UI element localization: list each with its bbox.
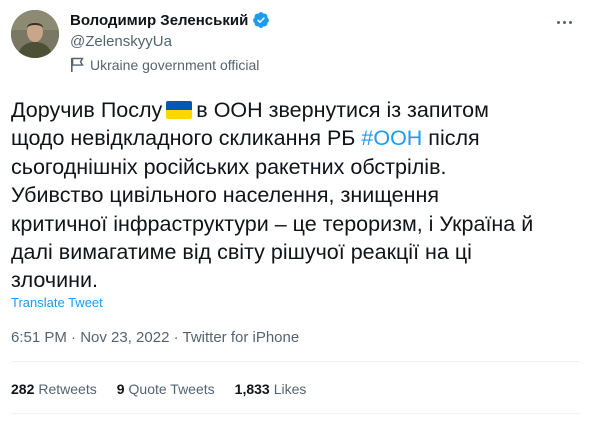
display-name[interactable]: Володимир Зеленський xyxy=(70,12,248,29)
quote-tweets-count: 9 xyxy=(116,381,125,397)
likes-stat[interactable]: 1,833 Likes xyxy=(235,381,307,397)
tweet-text-segment: після xyxy=(422,126,480,151)
retweets-label: Retweets xyxy=(38,381,97,397)
tweet-line: щодо невідкладного скликання РБ #ООН піс… xyxy=(11,124,581,152)
tweet-line: критичної інфраструктури – це тероризм, … xyxy=(11,211,534,236)
tweet: Володимир Зеленський @ZelenskyyUa Ukrain… xyxy=(0,0,591,425)
quote-tweets-stat[interactable]: 9 Quote Tweets xyxy=(117,381,215,397)
tweet-text: Доручив Послу в ООН звернутися із запитом… xyxy=(11,96,581,295)
avatar[interactable] xyxy=(11,10,59,58)
government-label-text: Ukraine government official xyxy=(90,57,260,73)
tweet-line: Убивство цивільного населення, знищення xyxy=(11,183,439,208)
author-handle[interactable]: @ZelenskyyUa xyxy=(70,33,172,50)
likes-count: 1,833 xyxy=(234,381,270,397)
hashtag-link[interactable]: #ООН xyxy=(361,126,422,150)
tweet-text-segment: Доручив Послу xyxy=(11,98,163,122)
verified-badge-icon xyxy=(252,11,270,29)
tweet-timestamp[interactable]: 6:51 PM · Nov 23, 2022 · Twitter for iPh… xyxy=(11,329,299,346)
tweet-line: сьогоднішніх російських ракетних обстріл… xyxy=(11,154,447,179)
ukraine-flag-icon xyxy=(166,101,193,119)
tweet-line: далі вимагатиме від світу рішучої реакці… xyxy=(11,240,472,265)
author-name-row: Володимир Зеленський xyxy=(70,11,270,29)
tweet-line: Доручив Послу в ООН звернутися із запитом xyxy=(11,96,581,124)
more-icon[interactable] xyxy=(549,12,579,32)
translate-tweet-link[interactable]: Translate Tweet xyxy=(11,295,103,310)
tweet-text-segment: щодо невідкладного скликання РБ xyxy=(11,126,362,151)
quote-tweets-label: Quote Tweets xyxy=(128,381,215,397)
engagement-stats: 282 Retweets 9 Quote Tweets 1,833 Likes xyxy=(11,381,326,397)
government-label[interactable]: Ukraine government official xyxy=(70,57,259,73)
divider xyxy=(11,361,580,362)
tweet-text-segment: в ООН звернутися із запитом xyxy=(196,98,489,122)
divider xyxy=(11,413,580,414)
flag-label-icon xyxy=(70,57,84,73)
tweet-line: злочини. xyxy=(11,268,98,293)
likes-label: Likes xyxy=(273,381,307,397)
retweets-count: 282 xyxy=(11,381,35,397)
retweets-stat[interactable]: 282 Retweets xyxy=(11,381,97,397)
